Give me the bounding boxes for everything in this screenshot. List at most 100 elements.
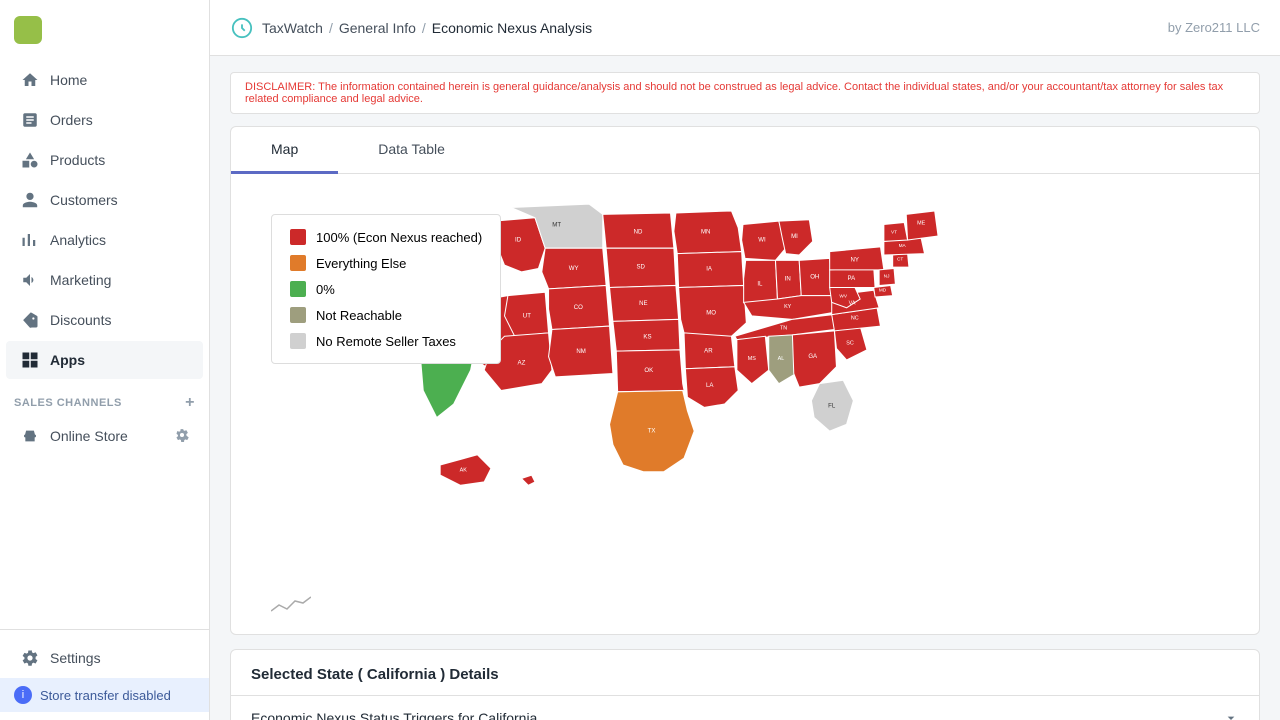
sidebar-item-customers[interactable]: Customers bbox=[6, 181, 203, 219]
store-transfer-bar[interactable]: i Store transfer disabled bbox=[0, 678, 209, 712]
legend-item-red: 100% (Econ Nexus reached) bbox=[290, 229, 482, 245]
sidebar-item-discounts[interactable]: Discounts bbox=[6, 301, 203, 339]
label-tn: TN bbox=[780, 325, 787, 331]
label-nm: NM bbox=[576, 348, 585, 355]
home-icon bbox=[20, 70, 40, 90]
label-ok: OK bbox=[644, 367, 653, 374]
label-ny: NY bbox=[851, 257, 859, 264]
legend-item-gray-light: No Remote Seller Taxes bbox=[290, 333, 482, 349]
label-vt: VT bbox=[891, 229, 897, 235]
legend-color-red bbox=[290, 229, 306, 245]
sidebar-item-online-store[interactable]: Online Store bbox=[6, 417, 203, 455]
info-icon: i bbox=[14, 686, 32, 704]
sidebar-item-settings[interactable]: Settings bbox=[6, 639, 203, 677]
legend-color-gray-light bbox=[290, 333, 306, 349]
label-ks: KS bbox=[643, 333, 651, 340]
tab-data-table[interactable]: Data Table bbox=[338, 127, 485, 174]
marketing-icon bbox=[20, 270, 40, 290]
label-ky: KY bbox=[784, 304, 792, 310]
map-legend: 100% (Econ Nexus reached) Everything Els… bbox=[271, 214, 501, 364]
label-ga: GA bbox=[808, 353, 818, 360]
chevron-down-icon bbox=[1223, 710, 1239, 720]
discounts-icon bbox=[20, 310, 40, 330]
by-text: by Zero211 LLC bbox=[1168, 20, 1260, 35]
apps-icon bbox=[20, 350, 40, 370]
sales-channels-header: SALES CHANNELS + bbox=[0, 380, 209, 416]
label-ma: MA bbox=[899, 243, 907, 249]
label-ms: MS bbox=[748, 356, 757, 362]
sidebar: Home Orders Products Customers Analytics… bbox=[0, 0, 210, 720]
breadcrumb-app[interactable]: TaxWatch bbox=[262, 20, 323, 36]
label-sc: SC bbox=[846, 340, 854, 346]
tabs-header: Map Data Table bbox=[231, 127, 1259, 174]
label-ct: CT bbox=[897, 256, 903, 262]
logo-icon bbox=[14, 16, 42, 44]
orders-icon bbox=[20, 110, 40, 130]
customers-icon bbox=[20, 190, 40, 210]
label-nj: NJ bbox=[884, 273, 890, 279]
breadcrumb-section[interactable]: General Info bbox=[339, 20, 416, 36]
legend-color-green bbox=[290, 281, 306, 297]
legend-item-gray-dark: Not Reachable bbox=[290, 307, 482, 323]
label-ne: NE bbox=[639, 300, 647, 307]
breadcrumb: TaxWatch / General Info / Economic Nexus… bbox=[230, 16, 592, 40]
us-map-svg[interactable]: WA OR CA ID NV MT WY UT CO AZ NM ND SD N… bbox=[405, 194, 1085, 614]
label-ak: AK bbox=[460, 468, 468, 474]
label-ut: UT bbox=[523, 312, 531, 319]
label-mt: MT bbox=[552, 222, 561, 229]
label-in: IN bbox=[785, 276, 791, 283]
disclaimer-text: DISCLAIMER: The information contained he… bbox=[230, 72, 1260, 114]
state-hi[interactable] bbox=[521, 475, 535, 485]
label-co: CO bbox=[574, 304, 583, 311]
label-id: ID bbox=[515, 236, 522, 243]
sidebar-item-products[interactable]: Products bbox=[6, 141, 203, 179]
settings-cog-icon[interactable] bbox=[175, 428, 189, 445]
legend-color-gray-dark bbox=[290, 307, 306, 323]
main-content: TaxWatch / General Info / Economic Nexus… bbox=[210, 0, 1280, 720]
label-wv: WV bbox=[839, 294, 847, 300]
label-il: IL bbox=[757, 280, 763, 287]
label-sd: SD bbox=[636, 264, 645, 271]
label-az: AZ bbox=[518, 360, 526, 367]
label-al: AL bbox=[778, 356, 785, 362]
label-va: VA bbox=[849, 300, 856, 306]
label-nd: ND bbox=[634, 228, 643, 235]
accordion-item-triggers[interactable]: Economic Nexus Status Triggers for Calif… bbox=[231, 695, 1259, 720]
label-mn: MN bbox=[701, 228, 710, 235]
taxwatch-icon bbox=[230, 16, 254, 40]
label-fl: FL bbox=[828, 402, 836, 409]
map-card: Map Data Table 100% (Econ Nexus reached)… bbox=[230, 126, 1260, 635]
label-mo: MO bbox=[706, 310, 716, 317]
label-wi: WI bbox=[758, 236, 766, 243]
sidebar-bottom: Settings i Store transfer disabled bbox=[0, 629, 209, 720]
breadcrumb-current: Economic Nexus Analysis bbox=[432, 20, 592, 36]
label-wy: WY bbox=[569, 265, 579, 272]
sidebar-item-orders[interactable]: Orders bbox=[6, 101, 203, 139]
legend-item-orange: Everything Else bbox=[290, 255, 482, 271]
label-oh: OH bbox=[810, 274, 819, 281]
topbar: TaxWatch / General Info / Economic Nexus… bbox=[210, 0, 1280, 56]
legend-color-orange bbox=[290, 255, 306, 271]
add-sales-channel-icon[interactable]: + bbox=[185, 394, 195, 412]
label-pa: PA bbox=[848, 275, 857, 282]
sidebar-item-apps[interactable]: Apps bbox=[6, 341, 203, 379]
label-mi: MI bbox=[791, 233, 798, 240]
settings-icon bbox=[20, 648, 40, 668]
sidebar-logo bbox=[0, 0, 209, 60]
tab-map[interactable]: Map bbox=[231, 127, 338, 174]
map-container: 100% (Econ Nexus reached) Everything Els… bbox=[231, 174, 1259, 634]
label-tx: TX bbox=[648, 427, 656, 434]
sidebar-item-home[interactable]: Home bbox=[6, 61, 203, 99]
online-store-icon bbox=[20, 426, 40, 446]
label-ia: IA bbox=[706, 266, 713, 273]
sidebar-item-analytics[interactable]: Analytics bbox=[6, 221, 203, 259]
legend-item-green: 0% bbox=[290, 281, 482, 297]
details-title: Selected State ( California ) Details bbox=[231, 650, 1259, 695]
label-la: LA bbox=[706, 382, 714, 389]
content-area: DISCLAIMER: The information contained he… bbox=[210, 56, 1280, 720]
label-ar: AR bbox=[704, 348, 713, 355]
label-md: MD bbox=[879, 288, 887, 294]
label-me: ME bbox=[917, 220, 926, 226]
sidebar-item-marketing[interactable]: Marketing bbox=[6, 261, 203, 299]
analytics-icon bbox=[20, 230, 40, 250]
